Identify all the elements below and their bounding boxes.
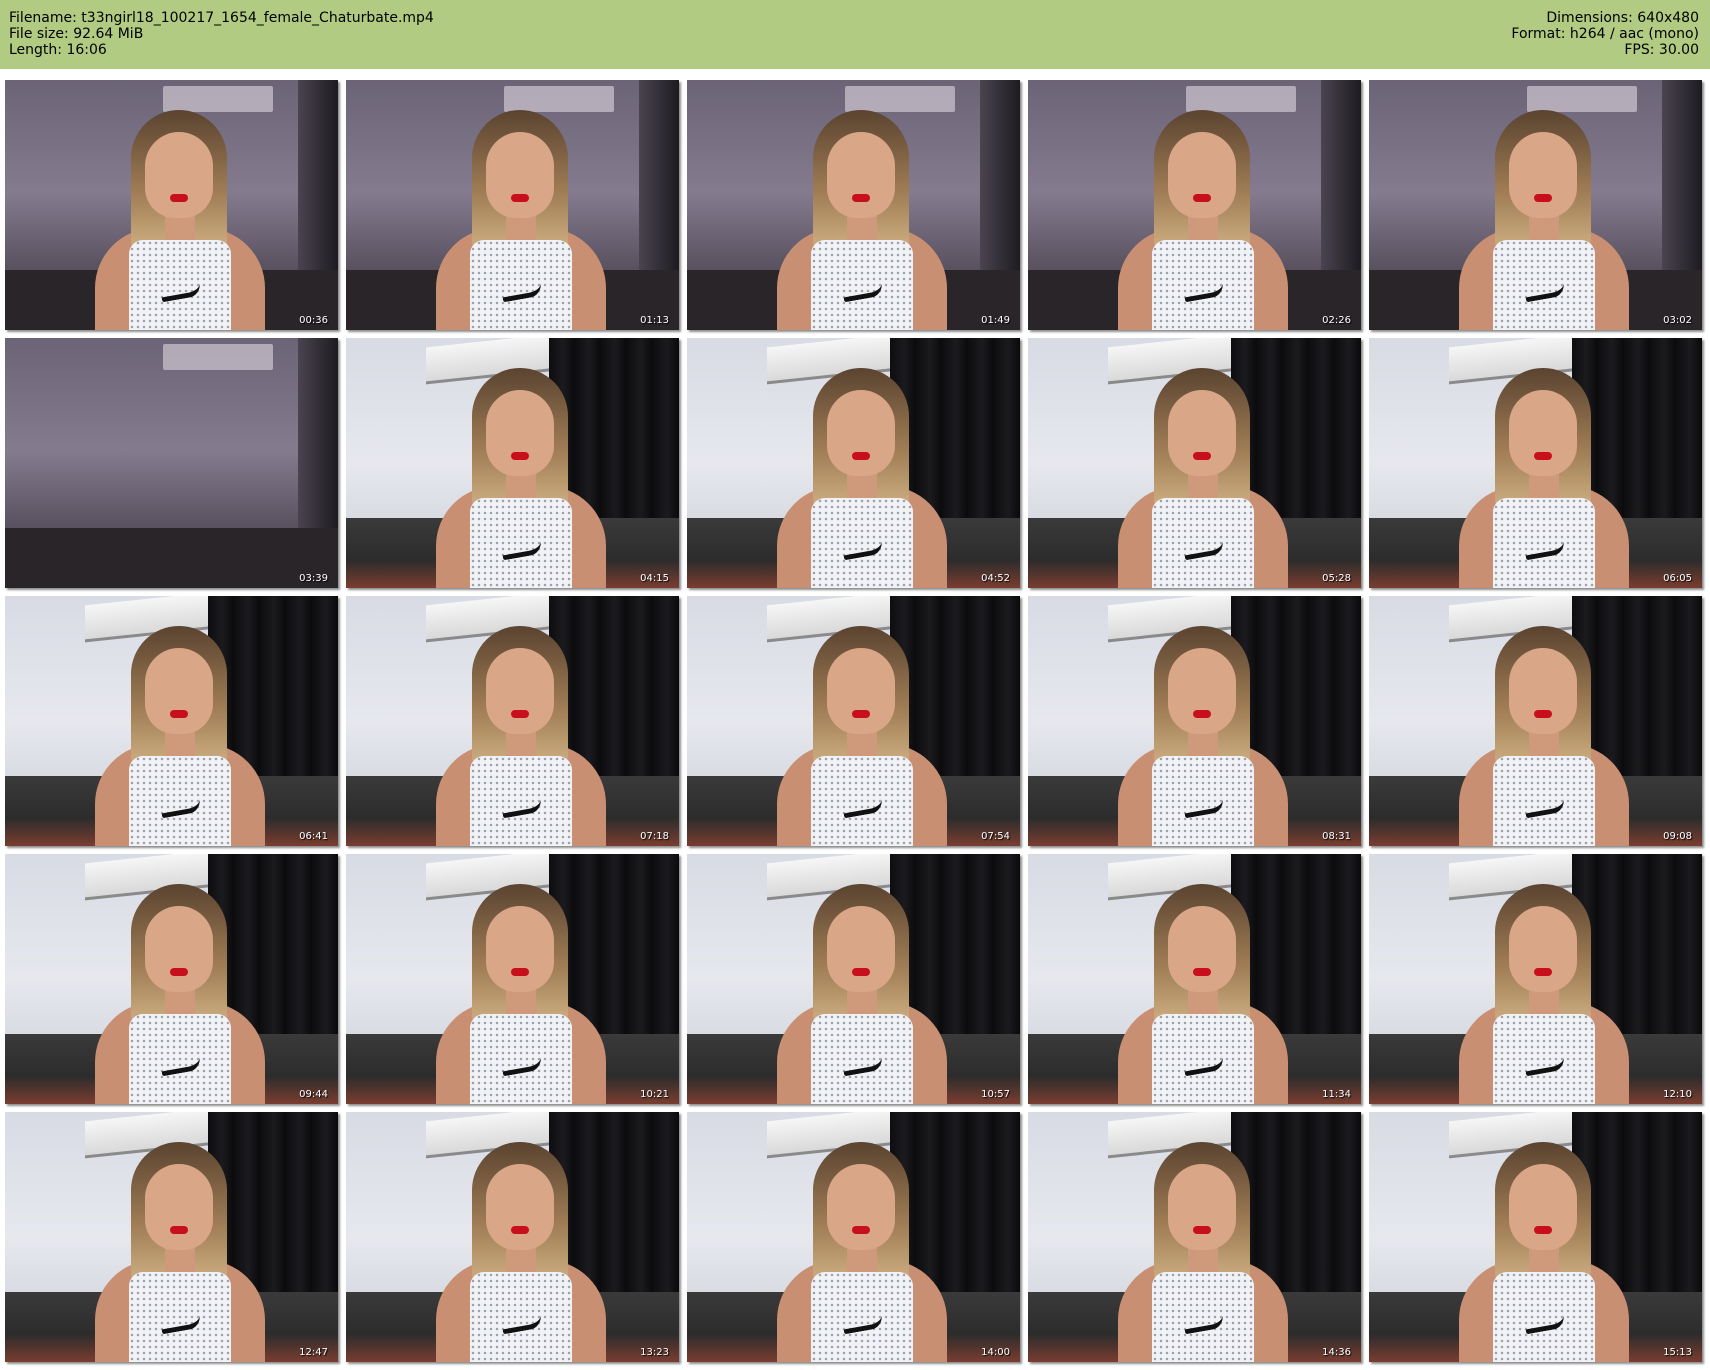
air-conditioner — [1527, 86, 1637, 112]
person-figure — [95, 110, 265, 330]
person-figure — [777, 368, 947, 588]
air-conditioner — [163, 344, 273, 370]
thumbnail: 08:31 — [1028, 596, 1361, 846]
thumbnail: 11:34 — [1028, 854, 1361, 1104]
thumbnail: 15:13 — [1369, 1112, 1702, 1362]
thumbnail: 06:41 — [5, 596, 338, 846]
person-figure — [1459, 1142, 1629, 1362]
length-label: Length: 16:06 — [9, 42, 107, 58]
timestamp-label: 03:39 — [299, 573, 328, 584]
person-figure — [1459, 368, 1629, 588]
person-figure — [436, 626, 606, 846]
video-info: Dimensions: 640x480 Format: h264 / aac (… — [1511, 10, 1699, 58]
person-figure — [1118, 368, 1288, 588]
timestamp-label: 14:36 — [1322, 1347, 1351, 1358]
person-figure — [95, 884, 265, 1104]
thumbnail: 09:44 — [5, 854, 338, 1104]
file-info: Filename: t33ngirl18_100217_1654_female_… — [9, 10, 434, 58]
thumbnail: 04:52 — [687, 338, 1020, 588]
person-figure — [436, 368, 606, 588]
file-size-label: File size: 92.64 MiB — [9, 26, 144, 42]
timestamp-label: 03:02 — [1663, 315, 1692, 326]
person-figure — [777, 884, 947, 1104]
sofa — [5, 528, 338, 588]
air-conditioner — [1186, 86, 1296, 112]
timestamp-label: 01:49 — [981, 315, 1010, 326]
timestamp-label: 06:41 — [299, 831, 328, 842]
timestamp-label: 15:13 — [1663, 1347, 1692, 1358]
thumbnail: 12:10 — [1369, 854, 1702, 1104]
fps-label: FPS: 30.00 — [1624, 42, 1699, 58]
dimensions-label: Dimensions: 640x480 — [1546, 10, 1699, 26]
person-figure — [1118, 110, 1288, 330]
timestamp-label: 02:26 — [1322, 315, 1351, 326]
air-conditioner — [504, 86, 614, 112]
person-figure — [1459, 110, 1629, 330]
person-figure — [436, 884, 606, 1104]
timestamp-label: 10:21 — [640, 1089, 669, 1100]
thumbnail: 00:36 — [5, 80, 338, 330]
timestamp-label: 07:54 — [981, 831, 1010, 842]
person-figure — [1459, 884, 1629, 1104]
timestamp-label: 01:13 — [640, 315, 669, 326]
person-figure — [1118, 884, 1288, 1104]
person-figure — [777, 1142, 947, 1362]
timestamp-label: 12:10 — [1663, 1089, 1692, 1100]
timestamp-label: 14:00 — [981, 1347, 1010, 1358]
timestamp-label: 05:28 — [1322, 573, 1351, 584]
timestamp-label: 06:05 — [1663, 573, 1692, 584]
timestamp-label: 04:52 — [981, 573, 1010, 584]
thumbnail: 07:18 — [346, 596, 679, 846]
person-figure — [95, 1142, 265, 1362]
person-figure — [1118, 1142, 1288, 1362]
thumbnail: 06:05 — [1369, 338, 1702, 588]
thumbnail: 03:39 — [5, 338, 338, 588]
thumbnail: 10:21 — [346, 854, 679, 1104]
timestamp-label: 04:15 — [640, 573, 669, 584]
thumbnail: 10:57 — [687, 854, 1020, 1104]
timestamp-label: 09:44 — [299, 1089, 328, 1100]
timestamp-label: 13:23 — [640, 1347, 669, 1358]
person-figure — [1118, 626, 1288, 846]
thumbnail: 14:36 — [1028, 1112, 1361, 1362]
thumbnail: 14:00 — [687, 1112, 1020, 1362]
thumbnail: 05:28 — [1028, 338, 1361, 588]
air-conditioner — [163, 86, 273, 112]
timestamp-label: 08:31 — [1322, 831, 1351, 842]
air-conditioner — [845, 86, 955, 112]
person-figure — [777, 110, 947, 330]
info-header: Filename: t33ngirl18_100217_1654_female_… — [0, 0, 1710, 69]
thumbnail: 01:49 — [687, 80, 1020, 330]
filename-label: Filename: t33ngirl18_100217_1654_female_… — [9, 10, 434, 26]
thumbnail: 03:02 — [1369, 80, 1702, 330]
timestamp-label: 11:34 — [1322, 1089, 1351, 1100]
timestamp-label: 00:36 — [299, 315, 328, 326]
thumbnail: 13:23 — [346, 1112, 679, 1362]
person-figure — [436, 110, 606, 330]
thumbnail: 12:47 — [5, 1112, 338, 1362]
thumbnail: 07:54 — [687, 596, 1020, 846]
person-figure — [1459, 626, 1629, 846]
person-figure — [95, 626, 265, 846]
thumbnail: 09:08 — [1369, 596, 1702, 846]
format-label: Format: h264 / aac (mono) — [1511, 26, 1699, 42]
timestamp-label: 09:08 — [1663, 831, 1692, 842]
thumbnail: 01:13 — [346, 80, 679, 330]
thumbnail: 02:26 — [1028, 80, 1361, 330]
person-figure — [777, 626, 947, 846]
thumbnail: 04:15 — [346, 338, 679, 588]
timestamp-label: 12:47 — [299, 1347, 328, 1358]
timestamp-label: 07:18 — [640, 831, 669, 842]
timestamp-label: 10:57 — [981, 1089, 1010, 1100]
person-figure — [436, 1142, 606, 1362]
